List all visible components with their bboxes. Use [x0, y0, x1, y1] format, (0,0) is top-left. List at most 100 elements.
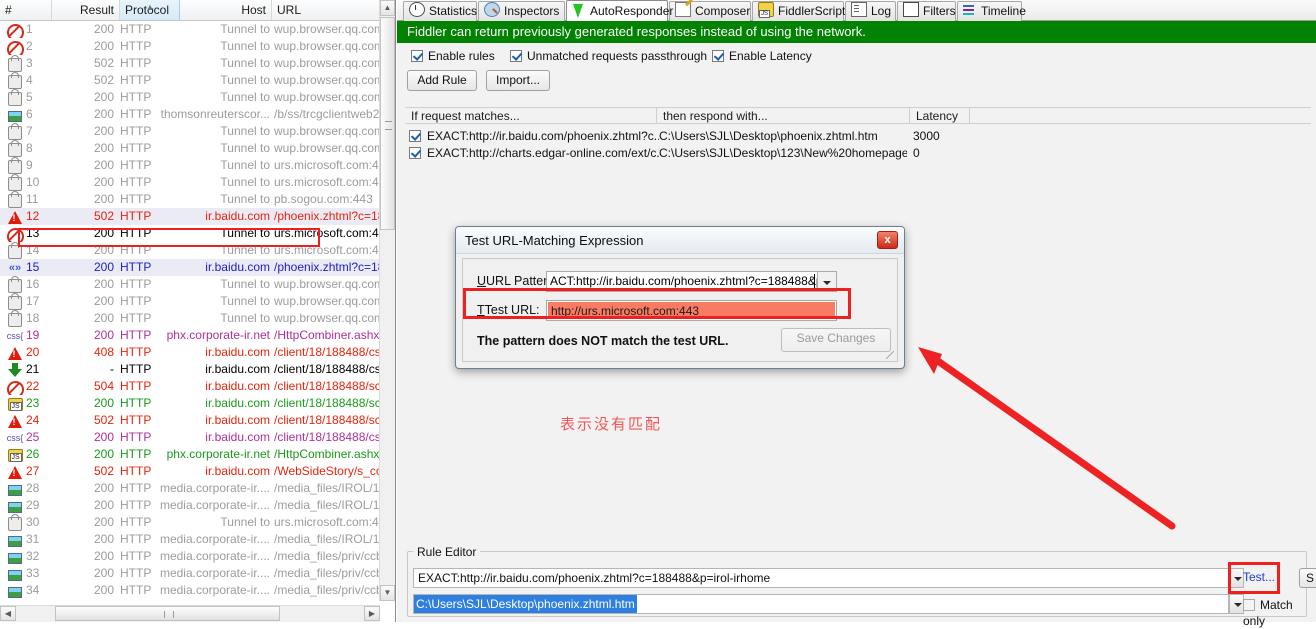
table-row[interactable]: «» 15 200 HTTP ir.baidu.com/phoenix.zhtml?c=… [0, 259, 380, 276]
rule-editor-respond-field[interactable]: C:\Users\SJL\Desktop\phoenix.zhtml.htm [413, 594, 1229, 614]
table-row[interactable]: 31 200 HTTP media.corporate-ir..../media_fi… [0, 531, 380, 548]
test-link[interactable]: Test... [1243, 570, 1275, 584]
table-row[interactable]: 3 502 HTTP Tunnel to wup.browser.qq.com: [0, 55, 380, 72]
tab-timeline[interactable]: Timeline [957, 1, 1026, 21]
table-row[interactable]: 24502HTTPir.baidu.com/client/18/188488/s… [0, 412, 380, 429]
url-pattern-dropdown-icon[interactable] [818, 271, 837, 292]
session-list-vertical-scrollbar[interactable]: ▲ ▼ [379, 0, 395, 601]
import-button[interactable]: Import... [486, 70, 550, 91]
checkbox-unmatched-passthrough[interactable]: Unmatched requests passthrough [510, 48, 707, 64]
table-row[interactable]: 14200HTTPTunnel tours.microsoft.com:443 [0, 242, 380, 259]
table-row[interactable]: 27502HTTPir.baidu.com/WebSideStory/s_cod… [0, 463, 380, 480]
checkbox-enable-latency[interactable]: Enable Latency [712, 48, 812, 64]
checkbox-enable-rules[interactable]: Enable rules [411, 48, 495, 64]
table-row[interactable]: 32 200 HTTP media.corporate-ir..../media_fi… [0, 548, 380, 565]
checkbox-enable-rules-box[interactable] [411, 50, 423, 62]
table-row[interactable]: 18 200 HTTP Tunnel to wup.browser.qq.com: [0, 310, 380, 327]
table-row[interactable]: 20408HTTPir.baidu.com/client/18/188488/c… [0, 344, 380, 361]
table-row[interactable]: 26200HTTPphx.corporate-ir.net/HttpCombin… [0, 446, 380, 463]
rule-enabled-checkbox[interactable] [409, 145, 426, 162]
tab-filters[interactable]: Filters [897, 1, 956, 21]
resize-grip-icon[interactable] [885, 350, 894, 359]
table-row[interactable]: 4 502 HTTP Tunnel to wup.browser.qq.com: [0, 72, 380, 89]
checkbox-match-only-box[interactable] [1243, 599, 1255, 611]
rule-row[interactable]: EXACT:http://ir.baidu.com/phoenix.zhtml?… [405, 128, 1311, 145]
session-number: 3 [26, 56, 33, 70]
session-grid-header[interactable]: # Result ▲ Protocol Host URL [0, 0, 395, 21]
rule-row[interactable]: EXACT:http://charts.edgar-online.com/ext… [405, 145, 1311, 162]
session-list-panel[interactable]: # Result ▲ Protocol Host URL 1 200 HTTP Tun… [0, 0, 396, 622]
checkbox-match-only[interactable]: Match only [1243, 597, 1316, 629]
table-row[interactable]: css{25 200 HTTP ir.baidu.com/client/18/1884… [0, 429, 380, 446]
test-url-dialog[interactable]: Test URL-Matching Expression x UURL Patt… [455, 226, 905, 369]
table-row[interactable]: 2 200 HTTP Tunnel to wup.browser.qq.com: [0, 38, 380, 55]
table-row[interactable]: 11 200 HTTP Tunnel to pb.sogou.com:443 [0, 191, 380, 208]
rule-enabled-checkbox-box[interactable] [409, 147, 421, 159]
tab-statistics[interactable]: Statistics [403, 1, 477, 21]
rules-column-latency[interactable]: Latency [910, 108, 970, 124]
rules-grid-header[interactable]: If request matches... then respond with.… [405, 107, 1311, 124]
table-row[interactable]: 29 200 HTTP media.corporate-ir..../media_fi… [0, 497, 380, 514]
rule-enabled-checkbox[interactable] [409, 128, 426, 145]
table-row[interactable]: 33 200 HTTP media.corporate-ir..../media_fi… [0, 565, 380, 582]
table-row[interactable]: 13200HTTPTunnel tours.microsoft.com:443 [0, 225, 380, 242]
scroll-right-icon[interactable]: ▶ [364, 606, 380, 621]
table-row[interactable]: 21- HTTP ir.baidu.com/client/18/188488/css… [0, 361, 380, 378]
column-header-protocol[interactable]: ▲ Protocol [120, 0, 180, 20]
table-row[interactable]: 34 200 HTTP media.corporate-ir..../media_fi… [0, 582, 380, 599]
scroll-down-icon[interactable]: ▼ [380, 585, 395, 601]
test-url-input[interactable]: http://urs.microsoft.com:443 [546, 300, 837, 321]
save-button[interactable]: S [1299, 568, 1316, 588]
column-header-url[interactable]: URL [272, 0, 380, 20]
session-icon [4, 293, 26, 310]
table-row[interactable]: 12502HTTPir.baidu.com/phoenix.zhtml?c=18… [0, 208, 380, 225]
session-list-horizontal-scrollbar[interactable]: ◀ ▶ [0, 605, 380, 622]
save-changes-button[interactable]: Save Changes [781, 328, 891, 352]
session-rows[interactable]: 1 200 HTTP Tunnel to wup.browser.qq.com: 2 200… [0, 21, 380, 601]
rule-editor-match-field[interactable]: EXACT:http://ir.baidu.com/phoenix.zhtml?… [413, 568, 1229, 588]
horizontal-scroll-thumb[interactable] [55, 606, 280, 621]
table-row[interactable]: css{19 200 HTTP phx.corporate-ir.net/HttpCo… [0, 327, 380, 344]
close-icon[interactable]: x [877, 231, 898, 249]
table-row[interactable]: 28 200 HTTP media.corporate-ir..../media_fi… [0, 480, 380, 497]
tab-composer[interactable]: Composer [669, 1, 751, 21]
table-row[interactable]: 16 200 HTTP Tunnel to wup.browser.qq.com: [0, 276, 380, 293]
column-header-num[interactable]: # [0, 0, 52, 20]
table-row[interactable]: 23200HTTPir.baidu.com/client/18/188488/s… [0, 395, 380, 412]
tab-bar[interactable]: Statistics Inspectors AutoResponder Compose… [397, 0, 1316, 21]
rule-enabled-checkbox-box[interactable] [409, 130, 421, 142]
url-pattern-input[interactable]: ACT:http://ir.baidu.com/phoenix.zhtml?c=… [546, 271, 818, 292]
table-row[interactable]: 1 200 HTTP Tunnel to wup.browser.qq.com: [0, 21, 380, 38]
scroll-up-icon[interactable]: ▲ [380, 0, 395, 16]
session-result: 200 [93, 447, 114, 461]
session-url: wup.browser.qq.com: [274, 73, 380, 87]
column-header-host[interactable]: Host [180, 0, 272, 20]
vertical-scroll-thumb[interactable] [380, 17, 395, 230]
table-row[interactable]: 10200HTTPTunnel tours.microsoft.com:443 [0, 174, 380, 191]
tab-fiddlerscript[interactable]: FiddlerScript [752, 1, 845, 21]
table-row[interactable]: 17 200 HTTP Tunnel to wup.browser.qq.com: [0, 293, 380, 310]
rules-column-match[interactable]: If request matches... [405, 108, 657, 124]
tab-log[interactable]: Log [845, 1, 896, 21]
rule-editor-match-dropdown-icon[interactable] [1229, 568, 1244, 588]
session-icon: css{ [4, 429, 26, 446]
table-row[interactable]: 30200HTTPTunnel tours.microsoft.com:443 [0, 514, 380, 531]
table-row[interactable]: 8 200 HTTP Tunnel to wup.browser.qq.com: [0, 140, 380, 157]
column-header-result[interactable]: Result [52, 0, 120, 20]
tab-autoresponder[interactable]: AutoResponder [566, 0, 673, 21]
scroll-left-icon[interactable]: ◀ [0, 606, 16, 621]
table-row[interactable]: 22 504 HTTP ir.baidu.com/client/18/188488/s… [0, 378, 380, 395]
add-rule-button[interactable]: Add Rule [407, 70, 477, 91]
table-row[interactable]: 9200HTTPTunnel tours.microsoft.com:443 [0, 157, 380, 174]
session-host: media.corporate-ir.... [159, 549, 270, 563]
session-number: 25 [26, 430, 40, 444]
table-row[interactable]: 5 200 HTTP Tunnel to wup.browser.qq.com: [0, 89, 380, 106]
rules-column-respond[interactable]: then respond with... [657, 108, 910, 124]
checkbox-unmatched-passthrough-box[interactable] [510, 50, 522, 62]
test-url-value: http://urs.microsoft.com:443 [548, 302, 835, 319]
checkbox-enable-latency-box[interactable] [712, 50, 724, 62]
tab-inspectors[interactable]: Inspectors [478, 1, 565, 21]
rule-editor-respond-dropdown-icon[interactable] [1229, 594, 1244, 614]
table-row[interactable]: 6 200 HTTP thomsonreuterscor.../b/ss/trcgcl… [0, 106, 380, 123]
table-row[interactable]: 7 200 HTTP Tunnel to wup.browser.qq.com: [0, 123, 380, 140]
